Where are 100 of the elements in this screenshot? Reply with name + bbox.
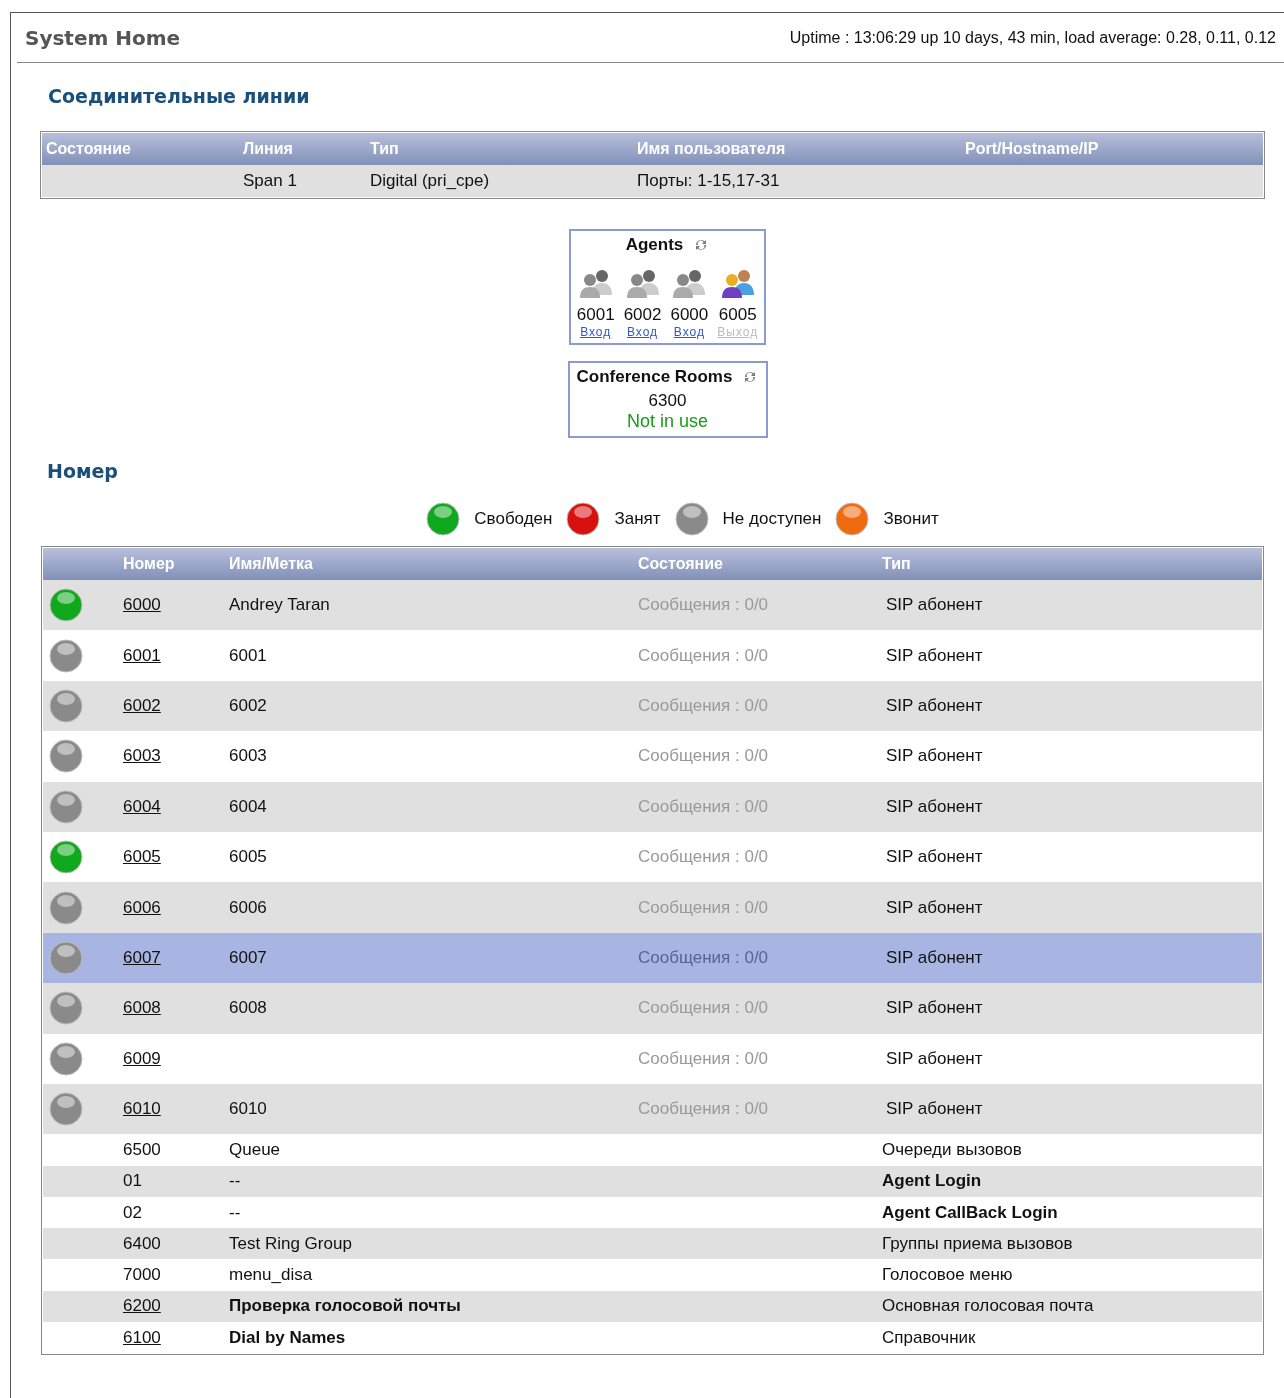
page-title: System Home <box>25 25 181 50</box>
table-cell-text: 6400 <box>123 1233 162 1254</box>
panel-title: Conference Rooms <box>576 367 733 387</box>
table-cell-text: Сообщения : 0/0 <box>638 695 770 716</box>
agent-login-link[interactable]: Вход <box>626 325 659 339</box>
table-cell-text: 6001 <box>229 645 268 666</box>
table-cell-text: Проверка голосовой почты <box>229 1296 462 1317</box>
extension-link[interactable]: 6007 <box>123 947 161 968</box>
table-cell-text: Основная голосовая почта <box>882 1296 1095 1317</box>
table-cell-text: Порты: 1-15,17-31 <box>636 171 781 191</box>
agent-login-link[interactable]: Вход <box>673 325 705 339</box>
agent-number: 6005 <box>718 305 757 325</box>
table-cell-text: Сообщения : 0/0 <box>638 1048 770 1069</box>
column-header: Тип <box>369 140 400 158</box>
extension-row[interactable]: 6002 6002 Сообщения : 0/0 SIP абонент <box>43 680 1262 732</box>
section-heading: Номер <box>47 460 119 482</box>
table-cell-text: Span 1 <box>242 171 298 191</box>
table-cell-text: SIP абонент <box>885 847 984 868</box>
table-cell-text: 6003 <box>229 746 268 767</box>
table-cell-text: Test Ring Group <box>229 1233 353 1254</box>
column-header: Номер <box>123 555 176 573</box>
table-cell-text: 6006 <box>229 897 268 918</box>
table-cell-text: Queue <box>229 1139 282 1160</box>
table-cell-text: Сообщения : 0/0 <box>638 847 770 868</box>
table-cell-text: SIP абонент <box>885 947 984 968</box>
section-heading: Соединительные линии <box>48 85 311 107</box>
extension-link[interactable]: 6008 <box>123 998 161 1019</box>
table-cell-text: Agent Login <box>882 1171 983 1192</box>
table-cell-text: Dial by Names <box>229 1327 347 1348</box>
extension-link[interactable]: 6100 <box>123 1327 161 1348</box>
table-cell-text: Голосовое меню <box>882 1265 1014 1286</box>
extension-link[interactable]: 6009 <box>123 1048 161 1069</box>
extension-link[interactable]: 6010 <box>123 1099 161 1120</box>
table-cell-text: SIP абонент <box>885 595 984 616</box>
legend-label: Не доступен <box>722 509 822 529</box>
legend-label: Свободен <box>474 509 553 529</box>
extension-link[interactable]: 6004 <box>123 796 161 817</box>
agent-number: 6002 <box>623 305 662 325</box>
table-cell-text: Сообщения : 0/0 <box>638 796 770 817</box>
table-cell-text: 6500 <box>123 1139 162 1160</box>
table-cell-text: -- <box>229 1202 242 1223</box>
panel-title: Agents <box>625 235 684 255</box>
extension-row[interactable]: 6008 6008 Сообщения : 0/0 SIP абонент <box>43 983 1262 1034</box>
extension-row[interactable]: 6004 6004 Сообщения : 0/0 SIP абонент <box>43 781 1262 832</box>
table-cell-text: Группы приема вызовов <box>882 1233 1074 1254</box>
table-cell-text: 6008 <box>229 998 268 1019</box>
table-cell-text: 02 <box>123 1202 143 1223</box>
table-cell-text: Сообщения : 0/0 <box>638 947 770 968</box>
column-header: Линия <box>242 140 294 158</box>
agent-number: 6001 <box>576 305 615 325</box>
table-cell-text: Сообщения : 0/0 <box>638 1099 770 1120</box>
extension-row[interactable]: 6000 Andrey Taran Сообщения : 0/0 SIP абонент <box>43 580 1262 631</box>
uptime-text: Uptime : 13:06:29 up 10 days, 43 min, load average: 0.28, 0.11, 0.12 <box>789 28 1276 47</box>
table-cell-text: Сообщения : 0/0 <box>638 645 770 666</box>
table-cell-text: Agent CallBack Login <box>882 1202 1059 1223</box>
table-cell-text: SIP абонент <box>885 897 984 918</box>
table-cell-text: SIP абонент <box>885 645 984 666</box>
table-cell-text: Digital (pri_cpe) <box>369 171 491 191</box>
extension-link[interactable]: 6001 <box>123 645 161 666</box>
extension-link[interactable]: 6002 <box>123 695 161 716</box>
table-cell-text: SIP абонент <box>885 796 984 817</box>
column-header: Состояние <box>45 140 132 158</box>
table-cell-text: SIP абонент <box>885 1048 984 1069</box>
table-cell-text: 6005 <box>229 847 268 868</box>
table-cell-text: 6007 <box>229 947 268 968</box>
table-cell-text: Сообщения : 0/0 <box>638 595 770 616</box>
extension-link[interactable]: 6200 <box>123 1296 161 1317</box>
table-cell-text: SIP абонент <box>885 1099 984 1120</box>
agent-number: 6000 <box>670 305 709 325</box>
conference-status: Not in use <box>626 411 708 432</box>
extension-link[interactable]: 6005 <box>123 847 161 868</box>
table-cell-text: Справочник <box>882 1327 977 1348</box>
table-cell-text: Сообщения : 0/0 <box>638 897 770 918</box>
table-cell-text: 7000 <box>123 1265 162 1286</box>
table-cell-text: 6002 <box>229 695 268 716</box>
column-header: Имя/Метка <box>229 555 314 573</box>
conference-number: 6300 <box>648 391 687 411</box>
extension-row[interactable]: 6010 6010 Сообщения : 0/0 SIP абонент <box>43 1083 1262 1135</box>
extension-link[interactable]: 6000 <box>123 595 161 616</box>
table-cell-text: menu_disa <box>229 1265 314 1286</box>
extension-link[interactable]: 6006 <box>123 897 161 918</box>
column-header: Тип <box>882 555 912 573</box>
table-cell-text: Сообщения : 0/0 <box>638 746 770 767</box>
table-cell-text: Сообщения : 0/0 <box>638 998 770 1019</box>
column-header: Имя пользователя <box>636 140 787 158</box>
extension-link[interactable]: 6003 <box>123 746 161 767</box>
table-cell-text: 01 <box>123 1171 143 1192</box>
agent-login-link[interactable]: Вход <box>580 325 612 339</box>
column-header: Port/Hostname/IP <box>964 140 1100 158</box>
table-cell-text: SIP абонент <box>885 695 984 716</box>
legend-label: Занят <box>614 509 661 529</box>
table-cell-text: SIP абонент <box>885 746 984 767</box>
table-cell-text: Andrey Taran <box>229 595 331 616</box>
table-cell-text: -- <box>229 1171 242 1192</box>
column-header: Состояние <box>638 555 724 573</box>
table-cell-text: SIP абонент <box>885 998 984 1019</box>
extension-row[interactable]: 6006 6006 Сообщения : 0/0 SIP абонент <box>43 882 1262 933</box>
legend-label: Звонит <box>883 509 939 529</box>
table-cell-text: Очереди вызовов <box>882 1139 1023 1160</box>
extension-row[interactable]: 6007 6007 Сообщения : 0/0 SIP абонент <box>43 932 1262 984</box>
